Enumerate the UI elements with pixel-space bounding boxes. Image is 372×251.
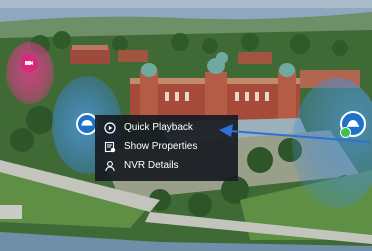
menu-item-label: Show Properties bbox=[124, 141, 198, 152]
menu-item-quick-playback[interactable]: Quick Playback bbox=[95, 118, 238, 137]
camera-coverage-pink bbox=[6, 42, 54, 104]
online-status-dot bbox=[340, 127, 351, 138]
dome-camera-icon bbox=[81, 120, 93, 126]
camera-coverage-right bbox=[292, 78, 372, 208]
camera-marker-right[interactable] bbox=[340, 111, 366, 138]
menu-item-label: Quick Playback bbox=[124, 122, 193, 133]
camera-icon bbox=[25, 61, 33, 65]
play-circle-icon bbox=[103, 121, 117, 135]
camera-marker-pink[interactable] bbox=[20, 54, 38, 72]
properties-icon bbox=[103, 140, 117, 154]
aerial-map-view[interactable]: Quick Playback Show Properties NVR Detai… bbox=[0, 0, 372, 251]
menu-item-nvr-details[interactable]: NVR Details bbox=[95, 156, 238, 175]
menu-item-label: NVR Details bbox=[124, 160, 179, 171]
user-icon bbox=[103, 159, 117, 173]
menu-item-show-properties[interactable]: Show Properties bbox=[95, 137, 238, 156]
camera-context-menu: Quick Playback Show Properties NVR Detai… bbox=[95, 115, 238, 181]
